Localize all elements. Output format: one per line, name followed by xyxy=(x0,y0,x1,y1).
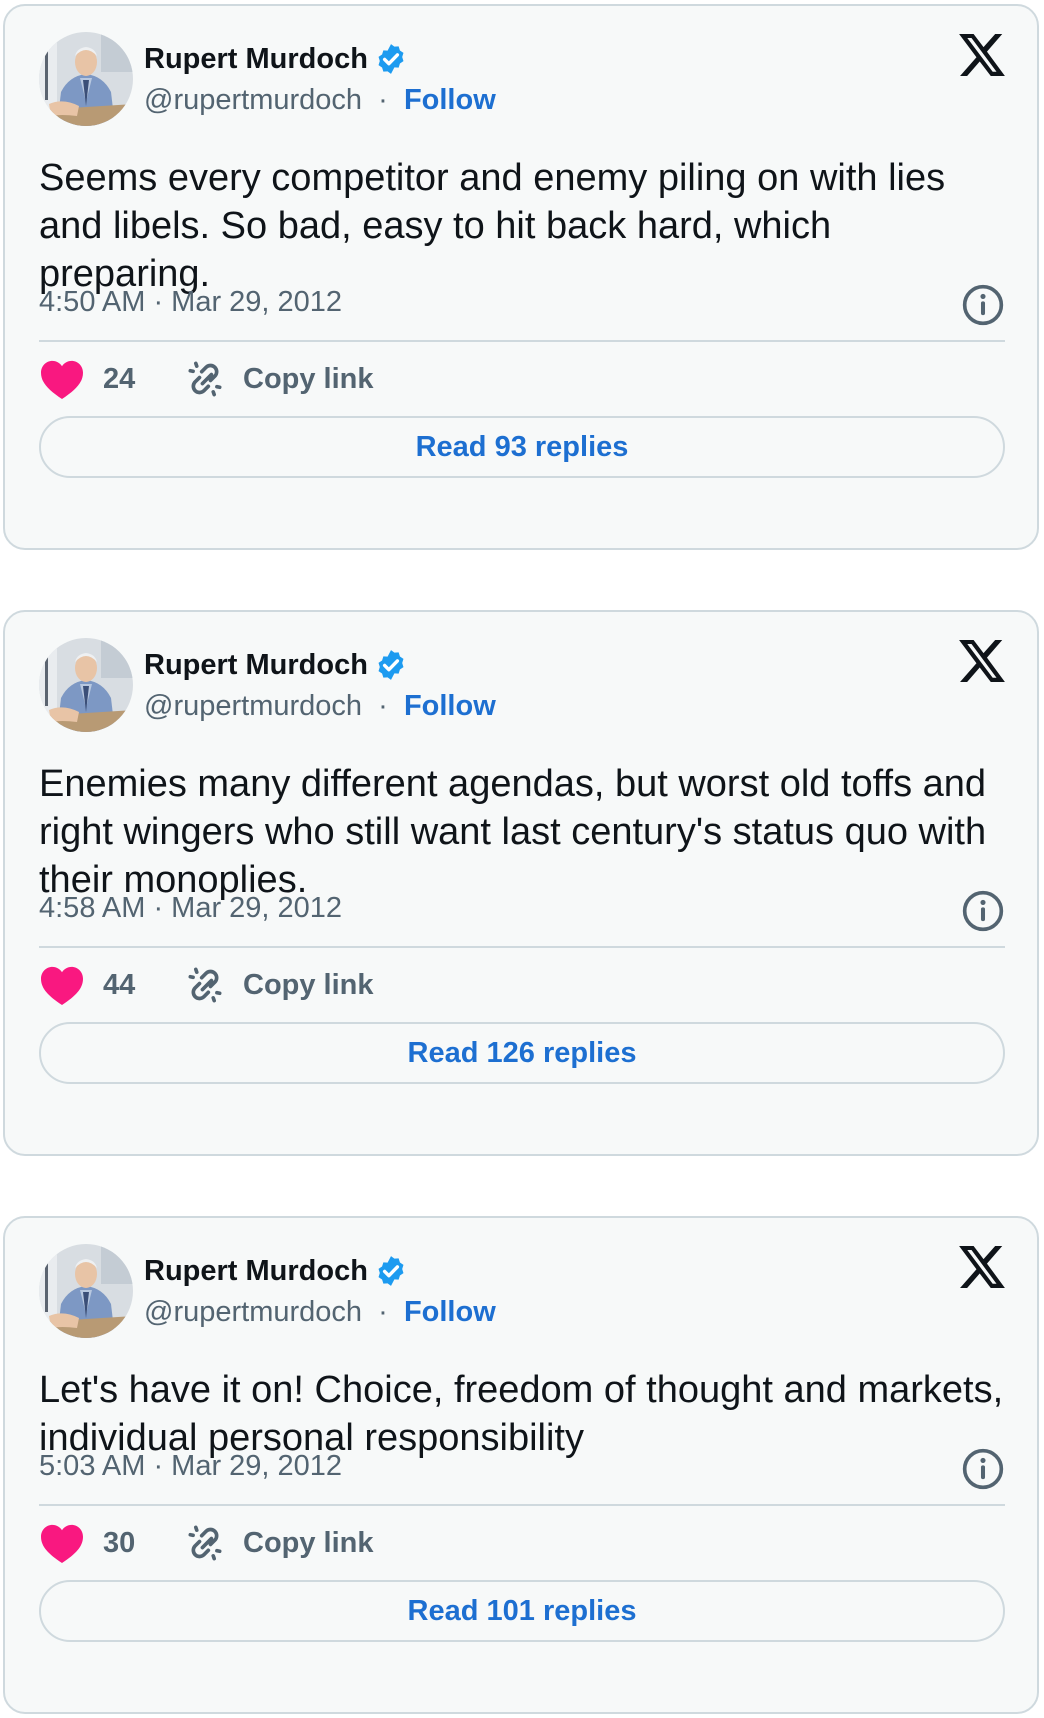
follow-button[interactable]: Follow xyxy=(404,84,496,116)
read-replies-button[interactable]: Read 93 replies xyxy=(39,416,1005,478)
tweet-text: Seems every competitor and enemy piling … xyxy=(39,157,946,295)
heart-icon[interactable] xyxy=(39,964,85,1006)
verified-badge-icon xyxy=(374,1254,408,1288)
read-replies-button[interactable]: Read 126 replies xyxy=(39,1022,1005,1084)
author-row: Rupert Murdoch xyxy=(144,645,408,685)
copy-link-button[interactable]: Copy link xyxy=(243,363,374,396)
action-bar: 24 Copy link xyxy=(39,354,374,404)
info-icon[interactable] xyxy=(961,283,1005,327)
info-icon[interactable] xyxy=(961,1447,1005,1491)
like-count[interactable]: 30 xyxy=(103,1527,153,1560)
author-name[interactable]: Rupert Murdoch xyxy=(144,649,368,682)
verified-badge-icon xyxy=(374,648,408,682)
x-logo-icon[interactable] xyxy=(959,1246,1005,1288)
verified-badge-icon xyxy=(374,42,408,76)
tweet-text: Enemies many different agendas, but wors… xyxy=(39,763,987,901)
handle-row: @rupertmurdoch · Follow xyxy=(144,84,496,117)
heart-icon[interactable] xyxy=(39,358,85,400)
author-handle[interactable]: @rupertmurdoch xyxy=(144,1296,362,1328)
like-count[interactable]: 44 xyxy=(103,969,153,1002)
author-name[interactable]: Rupert Murdoch xyxy=(144,43,368,76)
action-bar: 30 Copy link xyxy=(39,1518,374,1568)
heart-icon[interactable] xyxy=(39,1522,85,1564)
divider xyxy=(39,1504,1005,1506)
handle-row: @rupertmurdoch · Follow xyxy=(144,690,496,723)
info-icon[interactable] xyxy=(961,889,1005,933)
avatar[interactable] xyxy=(39,32,133,126)
divider xyxy=(39,946,1005,948)
tweet-timestamp[interactable]: 5:03 AM · Mar 29, 2012 xyxy=(39,1450,342,1483)
divider xyxy=(39,340,1005,342)
author-handle[interactable]: @rupertmurdoch xyxy=(144,84,362,116)
handle-row: @rupertmurdoch · Follow xyxy=(144,1296,496,1329)
copy-link-button[interactable]: Copy link xyxy=(243,1527,374,1560)
author-row: Rupert Murdoch xyxy=(144,1251,408,1291)
follow-button[interactable]: Follow xyxy=(404,1296,496,1328)
x-logo-icon[interactable] xyxy=(959,640,1005,682)
x-logo-icon[interactable] xyxy=(959,34,1005,76)
follow-button[interactable]: Follow xyxy=(404,690,496,722)
author-handle[interactable]: @rupertmurdoch xyxy=(144,690,362,722)
link-icon[interactable] xyxy=(183,963,227,1007)
separator: · xyxy=(370,84,396,116)
separator: · xyxy=(370,1296,396,1328)
tweet-card: Rupert Murdoch @rupertmurdoch · Follow L… xyxy=(3,1216,1039,1714)
tweet-timestamp[interactable]: 4:50 AM · Mar 29, 2012 xyxy=(39,286,342,319)
copy-link-button[interactable]: Copy link xyxy=(243,969,374,1002)
link-icon[interactable] xyxy=(183,357,227,401)
author-row: Rupert Murdoch xyxy=(144,39,408,79)
read-replies-button[interactable]: Read 101 replies xyxy=(39,1580,1005,1642)
author-name[interactable]: Rupert Murdoch xyxy=(144,1255,368,1288)
separator: · xyxy=(370,690,396,722)
avatar[interactable] xyxy=(39,1244,133,1338)
tweet-timestamp[interactable]: 4:58 AM · Mar 29, 2012 xyxy=(39,892,342,925)
action-bar: 44 Copy link xyxy=(39,960,374,1010)
tweet-text: Let's have it on! Choice, freedom of tho… xyxy=(39,1369,1004,1459)
tweet-card: Rupert Murdoch @rupertmurdoch · Follow E… xyxy=(3,610,1039,1156)
like-count[interactable]: 24 xyxy=(103,363,153,396)
avatar[interactable] xyxy=(39,638,133,732)
link-icon[interactable] xyxy=(183,1521,227,1565)
tweet-card: Rupert Murdoch @rupertmurdoch · Follow S… xyxy=(3,4,1039,550)
